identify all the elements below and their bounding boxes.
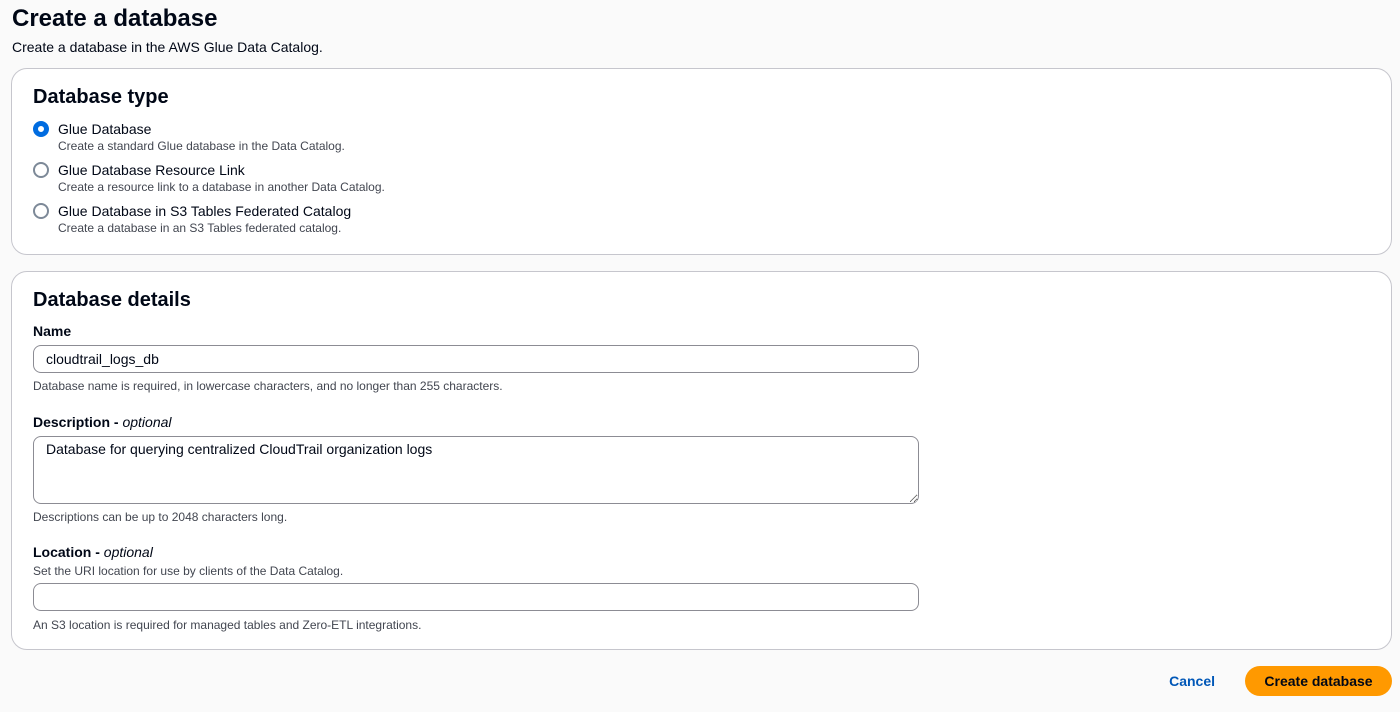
description-label-text: Description - (33, 414, 123, 430)
location-label-text: Location - (33, 544, 104, 560)
name-input[interactable] (33, 345, 919, 373)
description-textarea[interactable]: Database for querying centralized CloudT… (33, 436, 919, 504)
cancel-button[interactable]: Cancel (1157, 666, 1227, 696)
location-help-text: An S3 location is required for managed t… (33, 618, 422, 632)
radio-button-selected[interactable] (33, 121, 49, 137)
location-optional-text: optional (103, 544, 153, 560)
radio-button[interactable] (33, 162, 49, 178)
name-label: Name (33, 323, 72, 339)
location-label: Location - optional (33, 542, 153, 562)
radio-description: Create a standard Glue database in the D… (58, 139, 345, 153)
description-optional-text: optional (122, 414, 172, 430)
form-actions: Cancel Create database (1157, 666, 1392, 696)
database-type-heading: Database type (33, 86, 169, 108)
radio-description: Create a resource link to a database in … (58, 180, 385, 194)
database-type-panel: Database type Glue Database Create a sta… (11, 68, 1392, 255)
location-constraint-text: Set the URI location for use by clients … (33, 564, 344, 578)
page-subtitle: Create a database in the AWS Glue Data C… (12, 39, 323, 55)
radio-label: Glue Database in S3 Tables Federated Cat… (58, 203, 352, 219)
radio-button[interactable] (33, 203, 49, 219)
page-title: Create a database (12, 5, 218, 32)
description-label: Description - optional (33, 412, 172, 432)
radio-label: Glue Database Resource Link (58, 162, 245, 178)
location-input[interactable] (33, 583, 919, 611)
description-help-text: Descriptions can be up to 2048 character… (33, 510, 288, 524)
create-database-button[interactable]: Create database (1245, 666, 1392, 696)
radio-description: Create a database in an S3 Tables federa… (58, 221, 342, 235)
radio-label: Glue Database (58, 121, 152, 137)
name-help-text: Database name is required, in lowercase … (33, 379, 503, 393)
database-details-heading: Database details (33, 289, 191, 311)
database-details-panel: Database details Name Database name is r… (11, 271, 1392, 650)
page-header: Create a database Create a database in t… (12, 4, 323, 57)
